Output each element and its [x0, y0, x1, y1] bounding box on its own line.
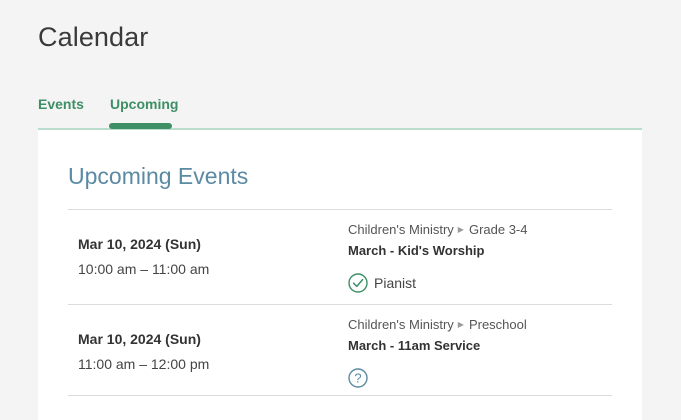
section-title: Upcoming Events	[68, 163, 249, 189]
event-date: Mar 10, 2024 (Sun)	[78, 236, 201, 252]
breadcrumb-arrow-icon: ▶	[457, 225, 464, 234]
svg-text:?: ?	[354, 371, 361, 386]
check-circle-icon	[348, 273, 368, 293]
event-breadcrumb: Children's Ministry ▶ Preschool	[348, 317, 527, 332]
event-row[interactable]: Mar 10, 2024 (Sun) 10:00 am – 11:00 am C…	[68, 210, 612, 305]
event-role: ?	[348, 367, 374, 389]
active-tab-indicator	[109, 123, 172, 129]
question-circle-icon[interactable]: ?	[348, 368, 368, 388]
event-name[interactable]: March - 11am Service	[348, 338, 480, 353]
event-time: 10:00 am – 11:00 am	[78, 261, 210, 277]
upcoming-events-card: Upcoming Events Mar 10, 2024 (Sun) 10:00…	[38, 130, 642, 420]
event-time: 11:00 am – 12:00 pm	[78, 356, 210, 372]
tab-events[interactable]: Events	[38, 96, 84, 112]
role-label: Pianist	[374, 275, 417, 291]
event-role: Pianist	[348, 272, 416, 294]
event-group: Grade 3-4	[468, 222, 528, 237]
event-group: Preschool	[468, 317, 527, 332]
breadcrumb-arrow-icon: ▶	[457, 320, 464, 329]
page-title: Calendar	[38, 22, 149, 52]
event-row[interactable]: Mar 10, 2024 (Sun) 11:00 am – 12:00 pm C…	[68, 305, 612, 396]
event-date: Mar 10, 2024 (Sun)	[78, 331, 201, 347]
tab-bar: Events Upcoming	[38, 94, 642, 130]
event-name[interactable]: March - Kid's Worship	[348, 243, 484, 258]
event-breadcrumb: Children's Ministry ▶ Grade 3-4	[348, 222, 528, 237]
event-ministry: Children's Ministry	[348, 317, 454, 332]
event-list: Mar 10, 2024 (Sun) 10:00 am – 11:00 am C…	[68, 209, 612, 396]
tab-upcoming[interactable]: Upcoming	[110, 96, 178, 112]
event-ministry: Children's Ministry	[348, 222, 454, 237]
